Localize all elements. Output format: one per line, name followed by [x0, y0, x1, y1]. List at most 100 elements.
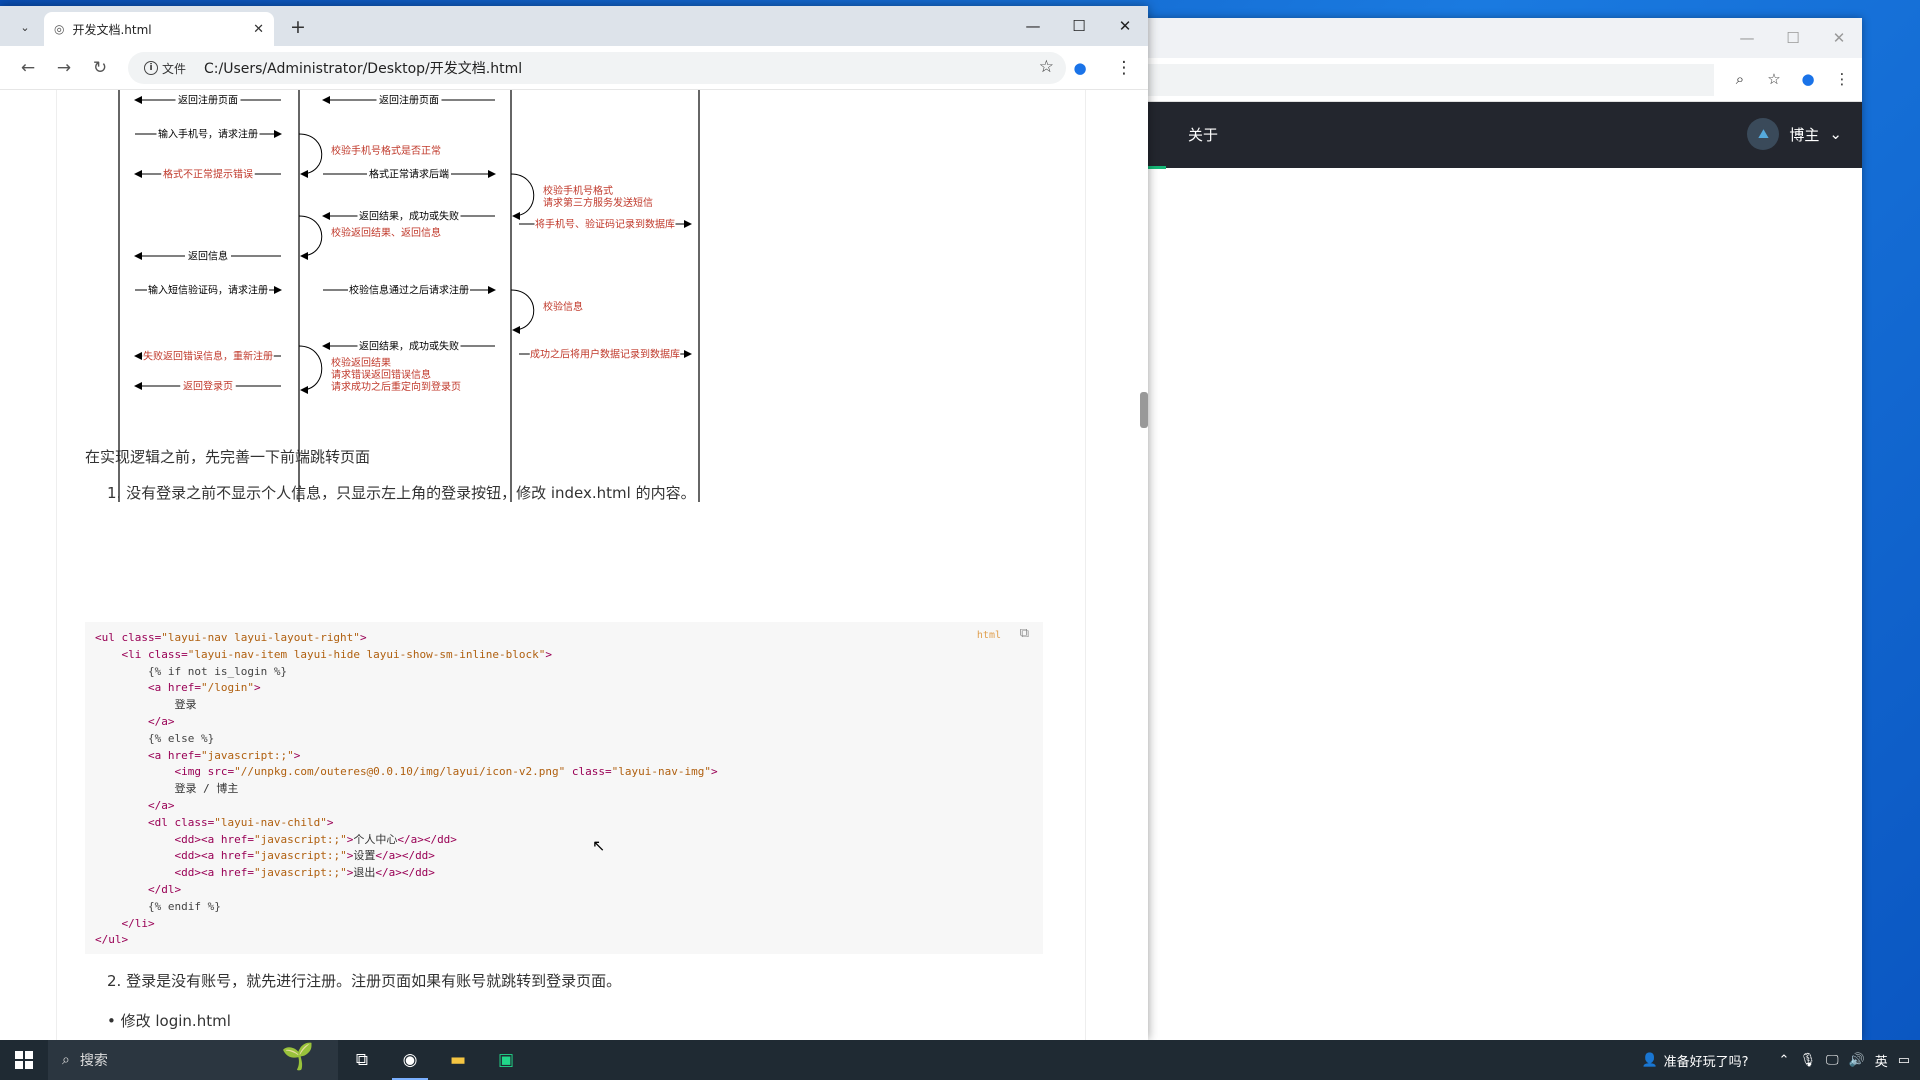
diagram-message-label: 格式不正常提示错误: [163, 168, 253, 181]
diagram-message-label: 将手机号、验证码记录到数据库: [535, 218, 675, 231]
maximize-icon[interactable]: ☐: [1770, 18, 1816, 58]
user-menu[interactable]: ⛰ 博主 ⌄: [1747, 118, 1842, 150]
tray-prompt-text: 准备好玩了吗?: [1663, 1054, 1749, 1070]
diagram-loop-validate-info: 校验信息: [510, 289, 583, 334]
minimize-icon[interactable]: —: [1724, 18, 1770, 58]
background-browser-window[interactable]: — ☐ ✕ ⌕ ☆ ● ⋮ 关于 ⛰ 博主 ⌄: [1144, 18, 1862, 1040]
diagram-message-label: 返回登录页: [183, 380, 233, 393]
site-info-chip[interactable]: i 文件: [136, 57, 194, 80]
diagram-message-label: 格式正常请求后端: [369, 168, 449, 181]
chevron-down-icon: ⌄: [1829, 125, 1842, 143]
nav-about-link[interactable]: 关于: [1188, 124, 1218, 145]
diagram-msg-col1: 返回注册页面: [134, 93, 281, 107]
reload-icon[interactable]: ↻: [88, 56, 112, 80]
address-bar[interactable]: i 文件 C:/Users/Administrator/Desktop/开发文档…: [128, 52, 1066, 84]
document-column: 返回注册页面输入手机号，请求注册 格式不正常提示错误 返回信息输入短信验证码，请求注…: [56, 90, 1086, 1040]
diagram-msg-col2: 返回结果，成功或失败: [322, 339, 495, 353]
globe-icon: ◎: [54, 22, 65, 36]
diagram-msg-col1: 返回登录页: [134, 379, 281, 393]
info-icon: i: [144, 61, 158, 75]
code-language-label: html: [976, 630, 1001, 641]
close-icon[interactable]: ✕: [1102, 6, 1148, 46]
diagram-loop-label: 校验返回结果、返回信息: [331, 226, 441, 239]
search-icon: ⌕: [62, 1052, 70, 1068]
diagram-message-label: 成功之后将用户数据记录到数据库: [530, 348, 680, 361]
scrollbar[interactable]: [1140, 392, 1148, 428]
forward-arrow-icon[interactable]: →: [52, 56, 76, 80]
diagram-message-label: 输入短信验证码，请求注册: [148, 284, 268, 297]
diagram-msg-col1: 格式不正常提示错误: [134, 167, 281, 181]
file-label: 文件: [162, 61, 187, 76]
notification-icon[interactable]: ▭: [1898, 1053, 1910, 1068]
bookmark-star-icon[interactable]: ☆: [1039, 57, 1054, 77]
diagram-message-label: 返回注册页面: [178, 94, 238, 107]
diagram-msg-col2: 格式正常请求后端: [323, 167, 496, 181]
diagram-loop-label: 请求错误返回错误信息: [331, 368, 431, 381]
task-view-icon[interactable]: ⧉: [338, 1040, 386, 1080]
minimize-icon[interactable]: —: [1010, 6, 1056, 46]
back-address-field[interactable]: [1144, 64, 1714, 96]
bookmark-star-icon[interactable]: ☆: [1764, 66, 1784, 92]
diagram-msg-col2: 校验信息通过之后请求注册: [323, 283, 496, 297]
diagram-msg-col1: 失败返回错误信息，重新注册: [134, 349, 281, 363]
profile-icon[interactable]: ●: [1798, 66, 1818, 92]
search-placeholder: 搜索: [79, 1053, 108, 1069]
back-titlebar: — ☐ ✕: [1144, 18, 1862, 58]
url-text: C:/Users/Administrator/Desktop/开发文档.html: [204, 61, 523, 77]
tray-prompt[interactable]: 👤 准备好玩了吗?: [1641, 1051, 1748, 1070]
diagram-msg-col2: 返回注册页面: [322, 93, 495, 107]
diagram-msg-col3: 成功之后将用户数据记录到数据库: [519, 347, 692, 361]
diagram-loop-label: 请求第三方服务发送短信: [543, 196, 653, 209]
file-explorer-icon[interactable]: ▬: [434, 1040, 482, 1080]
user-name: 博主: [1789, 125, 1820, 144]
menu-icon[interactable]: ⋮: [1832, 66, 1852, 92]
maximize-icon[interactable]: ☐: [1056, 6, 1102, 46]
copy-icon[interactable]: ⧉: [1020, 626, 1029, 643]
list-item-1: 1. 没有登录之前不显示个人信息，只显示左上角的登录按钮，修改 index.ht…: [107, 484, 696, 502]
tab-active[interactable]: ◎ 开发文档.html ✕: [44, 12, 274, 46]
browser-window[interactable]: ⌄ ◎ 开发文档.html ✕ + — ☐ ✕ ← → ↻ i 文件 C:/Us…: [0, 6, 1148, 1040]
windows-start-icon[interactable]: [0, 1040, 48, 1080]
close-icon[interactable]: ✕: [1816, 18, 1862, 58]
diagram-message-label: 返回结果，成功或失败: [359, 340, 459, 353]
tab-close-icon[interactable]: ✕: [253, 22, 264, 37]
back-arrow-icon[interactable]: ←: [16, 56, 40, 80]
diagram-msg-col2: 返回结果，成功或失败: [322, 209, 495, 223]
ime-indicator[interactable]: 英: [1875, 1051, 1888, 1070]
diagram-loop-label: 校验手机号格式: [543, 184, 613, 197]
back-toolbar: ⌕ ☆ ● ⋮: [1144, 58, 1862, 102]
chrome-icon[interactable]: ◉: [386, 1040, 434, 1080]
diagram-msg-col1: 输入手机号，请求注册: [135, 127, 282, 141]
diagram-loop-send-sms: 校验手机号格式请求第三方服务发送短信: [510, 173, 653, 220]
system-tray: 👤 准备好玩了吗? ⌃ 🎙 🖵 🔊 英 ▭: [1641, 1040, 1920, 1080]
diagram-message-label: 返回结果，成功或失败: [359, 210, 459, 223]
mouse-cursor-icon: ↖: [592, 836, 606, 855]
new-tab-button[interactable]: +: [286, 15, 310, 39]
page-viewport[interactable]: 返回注册页面输入手机号，请求注册 格式不正常提示错误 返回信息输入短信验证码，请求注…: [0, 90, 1148, 1040]
menu-icon[interactable]: ⋮: [1112, 56, 1136, 80]
network-icon[interactable]: 🖵: [1826, 1053, 1839, 1068]
microphone-icon[interactable]: 🎙: [1799, 1053, 1816, 1068]
diagram-msg-col1: 输入短信验证码，请求注册: [135, 283, 282, 297]
diagram-msg-col1: 返回信息: [134, 249, 281, 263]
browser-toolbar: ← → ↻ i 文件 C:/Users/Administrator/Deskto…: [0, 46, 1148, 90]
diagram-loop-label: 校验信息: [543, 300, 583, 313]
taskbar-search[interactable]: ⌕ 搜索 🌱: [48, 1040, 338, 1080]
zoom-icon[interactable]: ⌕: [1730, 66, 1750, 92]
diagram-loop-label: 请求成功之后重定向到登录页: [331, 380, 461, 393]
intro-paragraph: 在实现逻辑之前，先完善一下前端跳转页面: [85, 448, 371, 466]
diagram-message-label: 返回信息: [188, 250, 228, 263]
profile-icon[interactable]: ●: [1068, 56, 1092, 80]
tab-search-icon[interactable]: ⌄: [14, 16, 36, 38]
pycharm-icon[interactable]: ▣: [482, 1040, 530, 1080]
diagram-loop-label: 校验手机号格式是否正常: [331, 144, 441, 157]
code-block: html ⧉ <ul class="layui-nav layui-layout-r…: [85, 622, 1043, 954]
volume-icon[interactable]: 🔊: [1849, 1053, 1865, 1068]
bullet-item: • 修改 login.html: [107, 1012, 231, 1030]
tab-title: 开发文档.html: [72, 22, 152, 37]
people-icon: 👤: [1641, 1052, 1658, 1068]
diagram-message-label: 校验信息通过之后请求注册: [349, 284, 469, 297]
diagram-message-label: 返回注册页面: [379, 94, 439, 107]
diagram-loop-validate-register: 校验返回结果请求错误返回错误信息请求成功之后重定向到登录页: [298, 345, 461, 394]
chevron-up-icon[interactable]: ⌃: [1779, 1053, 1790, 1068]
